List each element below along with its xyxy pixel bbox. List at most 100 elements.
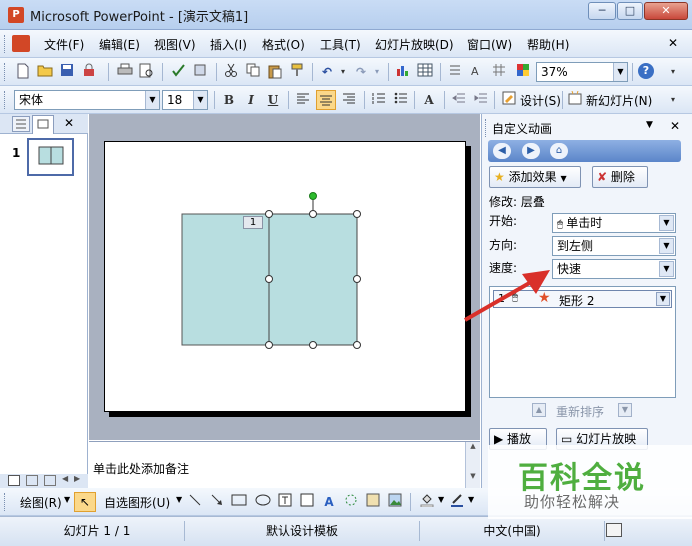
cut-icon[interactable] bbox=[222, 63, 240, 81]
print-icon[interactable] bbox=[116, 63, 134, 81]
resize-handle[interactable] bbox=[309, 341, 317, 349]
underline-button[interactable]: U bbox=[264, 91, 282, 109]
grid-icon[interactable] bbox=[490, 63, 508, 81]
menu-insert[interactable]: 插入(I) bbox=[210, 36, 247, 53]
chevron-down-icon[interactable]: ▼ bbox=[193, 91, 207, 109]
chevron-down-icon[interactable]: ▼ bbox=[659, 261, 674, 277]
home-icon[interactable]: ⌂ bbox=[550, 143, 568, 159]
menu-window[interactable]: 窗口(W) bbox=[467, 36, 512, 53]
menu-view[interactable]: 视图(V) bbox=[154, 36, 196, 53]
document-icon[interactable] bbox=[12, 35, 30, 52]
autoshapes-button[interactable]: 自选图形(U) bbox=[104, 494, 170, 511]
chevron-down-icon[interactable]: ▼ bbox=[659, 238, 674, 254]
toolbar-grip[interactable] bbox=[4, 63, 7, 81]
increase-indent-icon[interactable] bbox=[472, 91, 490, 109]
toolbar-options-icon[interactable]: ▾ bbox=[664, 63, 682, 81]
notes-scrollbar[interactable]: ▲ ▼ bbox=[465, 442, 480, 489]
resize-handle[interactable] bbox=[353, 210, 361, 218]
maximize-button[interactable]: □ bbox=[617, 2, 643, 20]
chevron-down-icon[interactable]: ▼ bbox=[613, 63, 627, 81]
chevron-down-icon[interactable]: ▼ bbox=[656, 292, 670, 306]
slideshow-view-icon[interactable] bbox=[44, 475, 56, 486]
research-icon[interactable] bbox=[192, 63, 210, 81]
rotation-handle[interactable] bbox=[309, 192, 317, 200]
new-document-icon[interactable] bbox=[14, 63, 32, 81]
menu-format[interactable]: 格式(O) bbox=[262, 36, 305, 53]
align-right-icon[interactable] bbox=[340, 91, 358, 109]
scroll-down-icon[interactable]: ▼ bbox=[466, 472, 480, 480]
back-icon[interactable]: ◀ bbox=[493, 143, 511, 159]
format-painter-icon[interactable] bbox=[288, 63, 306, 81]
design-button[interactable]: 设计(S) bbox=[520, 92, 561, 109]
decrease-indent-icon[interactable] bbox=[450, 91, 468, 109]
menu-edit[interactable]: 编辑(E) bbox=[99, 36, 140, 53]
align-center-icon[interactable] bbox=[316, 90, 336, 110]
permission-icon[interactable] bbox=[80, 63, 98, 81]
print-preview-icon[interactable] bbox=[138, 63, 156, 81]
open-folder-icon[interactable] bbox=[36, 63, 54, 81]
new-slide-icon[interactable] bbox=[566, 90, 584, 109]
resize-handle[interactable] bbox=[265, 275, 273, 283]
design-icon[interactable] bbox=[500, 91, 518, 109]
resize-handle[interactable] bbox=[353, 341, 361, 349]
resize-handle[interactable] bbox=[265, 341, 273, 349]
bold-button[interactable]: B bbox=[220, 91, 238, 109]
menu-tools[interactable]: 工具(T) bbox=[320, 36, 361, 53]
chevron-down-icon[interactable]: ▼ bbox=[438, 495, 444, 504]
scroll-up-icon[interactable]: ▲ bbox=[466, 442, 480, 450]
oval-icon[interactable] bbox=[254, 493, 272, 511]
toolbar-grip[interactable] bbox=[4, 91, 7, 109]
copy-icon[interactable] bbox=[244, 63, 262, 81]
italic-button[interactable]: I bbox=[242, 91, 260, 109]
move-up-icon[interactable]: ▲ bbox=[532, 403, 546, 417]
line-color-icon[interactable] bbox=[448, 493, 466, 511]
slides-tab-icon[interactable] bbox=[32, 115, 54, 134]
add-effect-button[interactable]: ★ 添加效果 ▼ bbox=[489, 166, 581, 188]
font-size-combo[interactable]: 18 ▼ bbox=[162, 90, 208, 110]
remove-effect-button[interactable]: ✘ 删除 bbox=[592, 166, 648, 188]
insert-chart-icon[interactable] bbox=[394, 63, 412, 81]
arrow-icon[interactable] bbox=[208, 493, 226, 511]
menu-help[interactable]: 帮助(H) bbox=[527, 36, 569, 53]
forward-icon[interactable]: ▶ bbox=[522, 143, 540, 159]
chevron-down-icon[interactable]: ▼ bbox=[659, 215, 674, 231]
chevron-down-icon[interactable]: ▼ bbox=[145, 91, 159, 109]
outline-tab-icon[interactable] bbox=[12, 116, 30, 132]
color-grayscale-icon[interactable] bbox=[514, 63, 532, 81]
rectangle-1[interactable] bbox=[181, 213, 270, 346]
spelling-status-icon[interactable] bbox=[606, 523, 622, 537]
speed-combo[interactable]: 快速 ▼ bbox=[552, 259, 676, 279]
resize-handle[interactable] bbox=[309, 210, 317, 218]
chevron-down-icon[interactable]: ▼ bbox=[176, 495, 182, 504]
rectangle-2[interactable] bbox=[268, 213, 358, 346]
normal-view-icon[interactable] bbox=[8, 475, 20, 486]
resize-handle[interactable] bbox=[265, 210, 273, 218]
pane-grip[interactable] bbox=[485, 119, 488, 137]
numbering-icon[interactable] bbox=[370, 91, 388, 109]
spelling-icon[interactable] bbox=[170, 63, 188, 81]
insert-table-icon[interactable] bbox=[416, 63, 434, 81]
powerpoint-app-icon[interactable]: P bbox=[8, 7, 24, 23]
help-icon[interactable]: ? bbox=[638, 63, 654, 79]
resize-handle[interactable] bbox=[353, 275, 361, 283]
fill-color-icon[interactable] bbox=[418, 493, 436, 511]
bullets-icon[interactable] bbox=[392, 91, 410, 109]
align-left-icon[interactable] bbox=[294, 91, 312, 109]
direction-combo[interactable]: 到左侧 ▼ bbox=[552, 236, 676, 256]
toolbar-grip[interactable] bbox=[4, 493, 7, 511]
save-icon[interactable] bbox=[58, 63, 76, 81]
slide-thumbnail[interactable] bbox=[27, 138, 74, 176]
redo-dropdown-icon[interactable]: ▾ bbox=[368, 63, 386, 81]
minimize-button[interactable]: ─ bbox=[588, 2, 616, 20]
toolbar-options-icon[interactable]: ▾ bbox=[664, 91, 682, 109]
scroll-left-icon[interactable]: ◀ bbox=[62, 474, 68, 483]
diagram-icon[interactable] bbox=[342, 493, 360, 511]
grow-font-button[interactable]: A bbox=[420, 91, 438, 109]
textbox-icon[interactable] bbox=[276, 493, 294, 511]
slide-sorter-view-icon[interactable] bbox=[26, 475, 38, 486]
chevron-down-icon[interactable]: ▼ bbox=[468, 495, 474, 504]
close-button[interactable]: ✕ bbox=[644, 2, 688, 20]
select-pointer-icon[interactable]: ↖ bbox=[74, 492, 96, 512]
show-formatting-icon[interactable]: A bbox=[468, 63, 486, 81]
paste-icon[interactable] bbox=[266, 63, 284, 81]
